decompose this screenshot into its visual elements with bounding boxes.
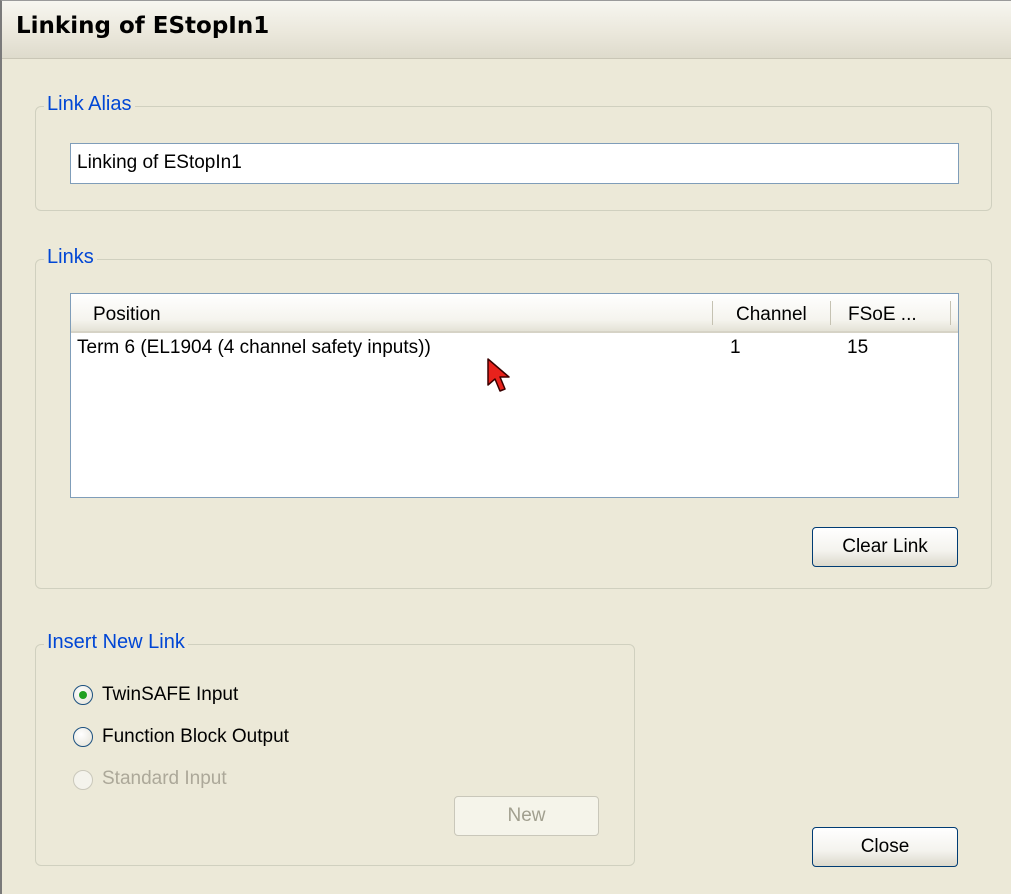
twinsafe-input-label[interactable]: TwinSAFE Input (102, 684, 238, 706)
column-separator[interactable] (712, 301, 713, 325)
column-header-position[interactable]: Position (93, 294, 161, 331)
column-separator[interactable] (950, 301, 951, 325)
radio-selected-dot (79, 691, 87, 699)
dialog-window: Linking of EStopIn1 Link Alias Linking o… (0, 0, 1011, 894)
links-list[interactable]: Position Channel FSoE ... Term 6 (EL1904… (70, 293, 959, 498)
standard-input-label: Standard Input (102, 768, 227, 789)
row-fsoe-cell: 15 (847, 337, 869, 358)
mouse-pointer-icon (487, 358, 510, 392)
row-position-cell: Term 6 (EL1904 (4 channel safety inputs)… (77, 337, 431, 358)
link-alias-input[interactable]: Linking of EStopIn1 (70, 143, 959, 184)
standard-input-radio (73, 770, 93, 790)
function-block-output-radio[interactable] (73, 727, 93, 747)
table-row[interactable]: Term 6 (EL1904 (4 channel safety inputs)… (71, 333, 958, 363)
clear-link-button[interactable]: Clear Link (812, 527, 958, 567)
column-header-channel[interactable]: Channel (736, 294, 807, 331)
new-button-label: New (507, 805, 546, 826)
window-title: Linking of EStopIn1 (16, 13, 270, 39)
insert-new-link-group-label: Insert New Link (44, 629, 188, 655)
column-header-fsoe[interactable]: FSoE ... (848, 294, 917, 331)
links-group-label: Links (44, 244, 97, 270)
column-separator[interactable] (830, 301, 831, 325)
close-button[interactable]: Close (812, 827, 958, 867)
title-bar[interactable]: Linking of EStopIn1 (2, 1, 1011, 59)
close-button-label: Close (860, 836, 910, 857)
links-list-header: Position Channel FSoE ... (71, 294, 958, 333)
link-alias-input-value: Linking of EStopIn1 (77, 152, 242, 173)
twinsafe-input-radio[interactable] (73, 685, 93, 705)
function-block-output-label[interactable]: Function Block Output (102, 726, 289, 748)
clear-link-button-label: Clear Link (842, 536, 928, 557)
row-channel-cell: 1 (730, 337, 741, 358)
link-alias-group-label: Link Alias (44, 91, 135, 117)
new-button: New (454, 796, 599, 836)
